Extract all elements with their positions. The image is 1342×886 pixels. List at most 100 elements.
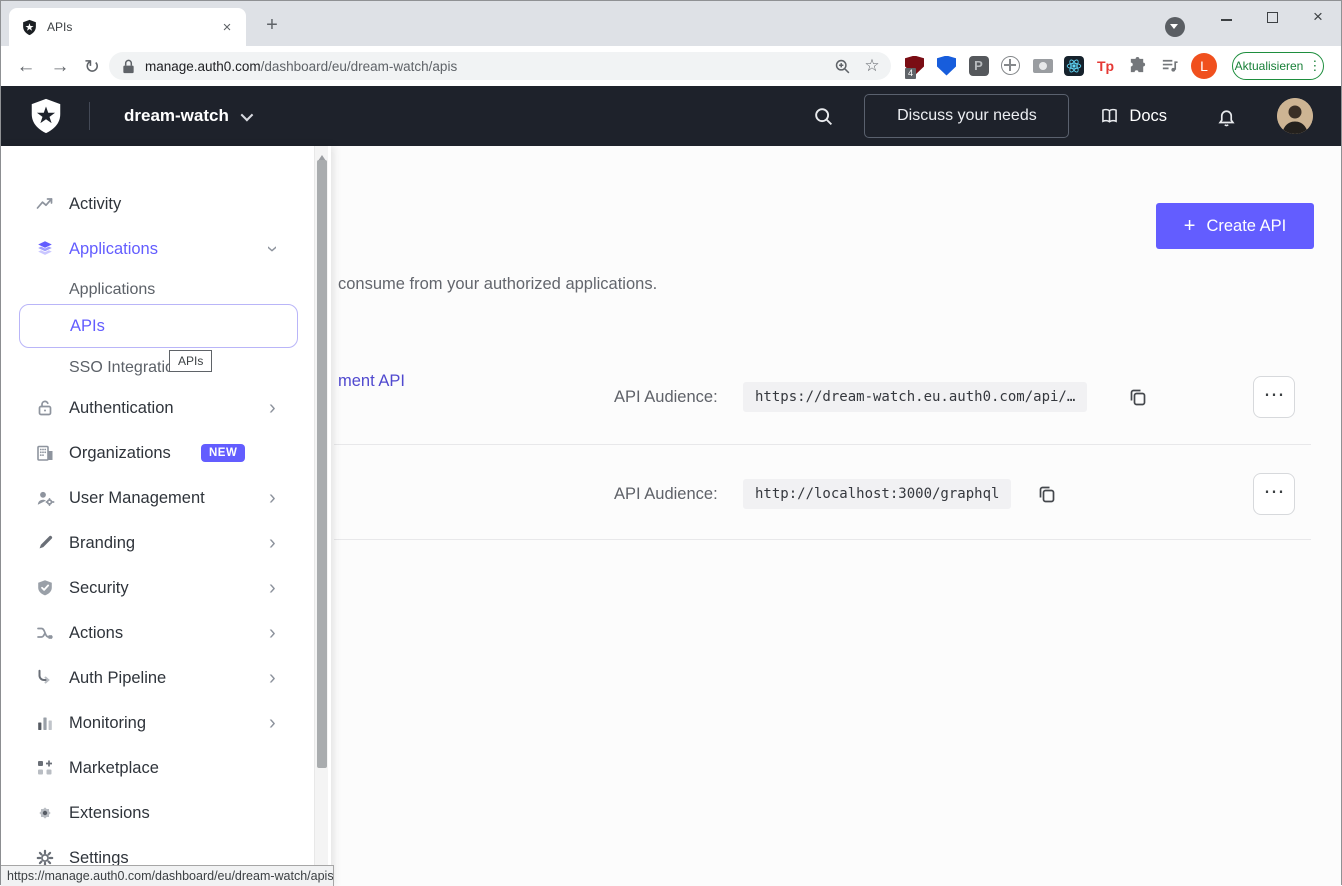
reload-button[interactable]: ↻	[79, 54, 105, 80]
sidebar-item-apis-selected[interactable]: APIs	[19, 304, 298, 348]
chevron-down-icon	[240, 108, 253, 121]
lock-icon	[122, 59, 135, 74]
apis-tooltip: APIs	[169, 350, 212, 372]
auth0-favicon-icon	[21, 19, 38, 36]
extensions-puzzle-icon[interactable]	[1127, 55, 1148, 76]
docs-label: Docs	[1129, 107, 1167, 126]
bar-chart-icon	[35, 713, 55, 733]
row-divider	[334, 539, 1311, 540]
discuss-your-needs-button[interactable]: Discuss your needs	[864, 94, 1069, 138]
copy-icon[interactable]	[1036, 483, 1058, 505]
close-window-button[interactable]: ×	[1295, 1, 1341, 33]
chrome-profile-avatar[interactable]: L	[1191, 53, 1217, 79]
nav-divider	[89, 102, 90, 130]
docs-link[interactable]: Docs	[1099, 106, 1167, 127]
react-devtools-icon[interactable]	[1064, 56, 1084, 76]
ublock-origin-icon[interactable]: 4	[904, 55, 925, 76]
sidebar-item-organizations[interactable]: Organizations NEW	[1, 431, 313, 475]
tab-search-icon[interactable]	[1165, 17, 1185, 37]
lock-icon	[35, 398, 55, 418]
move-tool-icon[interactable]	[1000, 55, 1021, 76]
tab-title: APIs	[47, 20, 218, 34]
teleparty-icon[interactable]: Tp	[1095, 55, 1116, 76]
playlist-icon[interactable]	[1159, 55, 1180, 76]
chevron-right-icon: ›	[269, 578, 276, 598]
activity-icon	[35, 194, 55, 214]
ublock-badge: 4	[905, 68, 916, 79]
copy-icon[interactable]	[1127, 386, 1149, 408]
forward-button[interactable]: →	[47, 54, 73, 80]
sidebar-item-activity[interactable]: Activity	[1, 182, 313, 226]
browser-toolbar: ← → ↻ manage.auth0.com/dashboard/eu/drea…	[1, 46, 1341, 86]
chevron-right-icon: ›	[269, 398, 276, 418]
row-menu-button[interactable]: ⋯	[1253, 473, 1295, 515]
zoom-level-icon[interactable]	[831, 55, 853, 77]
api-name-link[interactable]: ment API	[338, 372, 405, 391]
tab-close-icon[interactable]: ×	[218, 18, 236, 36]
sidebar-item-actions[interactable]: Actions ›	[1, 611, 313, 655]
sidebar-item-auth-pipeline[interactable]: Auth Pipeline ›	[1, 656, 313, 700]
maximize-button[interactable]	[1249, 1, 1295, 33]
create-api-label: Create API	[1206, 217, 1286, 236]
apis-page: + Create API consume from your authorize…	[1, 146, 1341, 886]
create-api-button[interactable]: + Create API	[1156, 203, 1314, 249]
row-divider	[334, 444, 1311, 445]
extensions-gear-icon	[35, 803, 55, 823]
page-subtitle: consume from your authorized application…	[338, 275, 657, 294]
chevron-right-icon: ›	[269, 623, 276, 643]
scrollbar-thumb[interactable]	[317, 160, 327, 768]
api-audience-label: API Audience:	[614, 485, 718, 504]
url-domain: manage.auth0.com	[145, 59, 261, 74]
chevron-down-icon: ›	[262, 246, 282, 253]
notifications-bell-icon[interactable]	[1215, 105, 1237, 127]
camera-icon[interactable]	[1032, 55, 1053, 76]
sidebar-item-marketplace[interactable]: Marketplace	[1, 746, 313, 790]
row-menu-button[interactable]: ⋯	[1253, 376, 1295, 418]
browser-tab[interactable]: APIs ×	[9, 8, 246, 46]
sidebar-item-authentication[interactable]: Authentication ›	[1, 386, 313, 430]
applications-layers-icon	[35, 239, 55, 259]
minimize-button[interactable]	[1203, 1, 1249, 33]
sidebar-item-sso-integrations[interactable]: SSO Integrations	[1, 348, 313, 388]
browser-update-button[interactable]: Aktualisieren ⋮	[1232, 52, 1324, 80]
browser-titlebar: APIs × + ×	[1, 1, 1341, 46]
sidebar-item-applications[interactable]: Applications ›	[1, 227, 313, 271]
new-tab-button[interactable]: +	[259, 12, 285, 38]
sidebar-item-branding[interactable]: Branding ›	[1, 521, 313, 565]
browser-window: APIs × + × ← → ↻ manage.auth0.com/dashbo…	[0, 0, 1342, 885]
sidebar-drawer: Activity Applications › Applications API…	[1, 146, 331, 886]
pipeline-icon	[35, 668, 55, 688]
api-audience-value: https://dream-watch.eu.auth0.com/api/…	[743, 382, 1087, 412]
update-label: Aktualisieren	[1235, 59, 1304, 73]
address-bar[interactable]: manage.auth0.com/dashboard/eu/dream-watc…	[109, 52, 891, 80]
user-avatar[interactable]	[1277, 98, 1313, 134]
tenant-switcher[interactable]: dream-watch	[124, 106, 250, 126]
marketplace-grid-icon	[35, 758, 55, 778]
sidebar-item-security[interactable]: Security ›	[1, 566, 313, 610]
browser-menu-icon: ⋮	[1308, 58, 1321, 74]
extension-icons: 4 P Tp	[904, 55, 1180, 76]
sidebar-scrollbar[interactable]	[314, 146, 328, 886]
url-path: /dashboard/eu/dream-watch/apis	[261, 59, 458, 74]
user-gear-icon	[35, 488, 55, 508]
sidebar-item-user-management[interactable]: User Management ›	[1, 476, 313, 520]
chevron-right-icon: ›	[269, 713, 276, 733]
sidebar-item-extensions[interactable]: Extensions	[1, 791, 313, 835]
api-audience-label: API Audience:	[614, 388, 718, 407]
organization-building-icon	[35, 443, 55, 463]
chevron-right-icon: ›	[269, 488, 276, 508]
sidebar-item-monitoring[interactable]: Monitoring ›	[1, 701, 313, 745]
bitwarden-icon[interactable]	[936, 55, 957, 76]
plus-icon: +	[1184, 215, 1196, 238]
chevron-right-icon: ›	[269, 668, 276, 688]
url-text: manage.auth0.com/dashboard/eu/dream-watc…	[145, 59, 831, 74]
tenant-name: dream-watch	[124, 106, 229, 126]
api-audience-value: http://localhost:3000/graphql	[743, 479, 1011, 509]
back-button[interactable]: ←	[13, 54, 39, 80]
p-extension-icon[interactable]: P	[968, 55, 989, 76]
flow-branch-icon	[35, 623, 55, 643]
bookmark-star-icon[interactable]: ☆	[861, 55, 883, 77]
search-icon[interactable]	[812, 105, 834, 127]
auth0-logo-icon[interactable]	[27, 97, 65, 135]
chevron-right-icon: ›	[269, 533, 276, 553]
